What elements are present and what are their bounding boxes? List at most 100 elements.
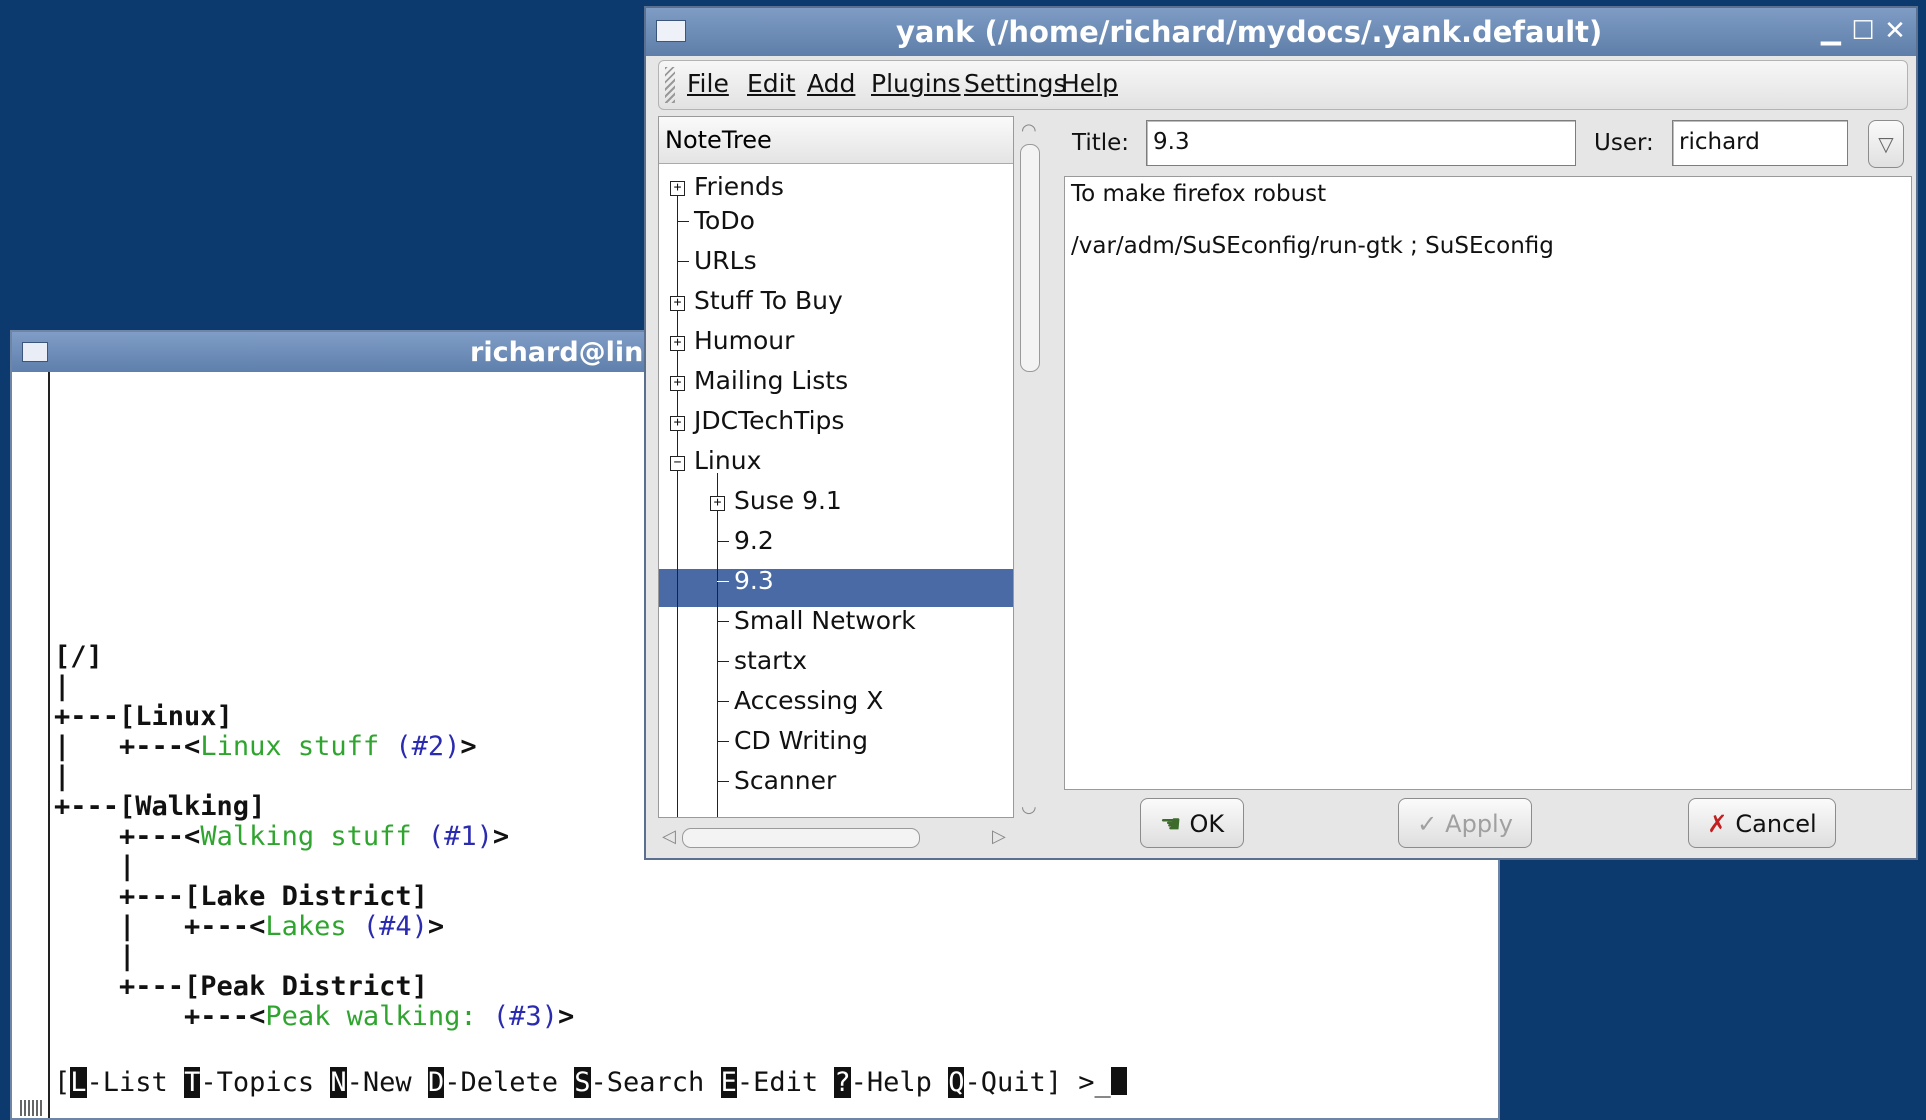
- tree-item-accessing-x[interactable]: Accessing X: [734, 686, 883, 715]
- note-tree[interactable]: NoteTree + Friends ToDo URLs + Stuff To …: [658, 116, 1014, 818]
- tree-header[interactable]: NoteTree: [659, 117, 1013, 164]
- menu-help-label: Help: [1061, 69, 1118, 98]
- menu-add[interactable]: Add: [807, 69, 855, 98]
- status-key-new: N-New: [330, 1067, 428, 1098]
- menu-settings[interactable]: Settings: [964, 69, 1067, 98]
- tree-line: [/]: [54, 641, 103, 672]
- note-line: To make firefox robust: [1071, 181, 1327, 207]
- expand-icon[interactable]: +: [710, 496, 725, 511]
- maximize-icon[interactable]: ☐: [1848, 16, 1878, 46]
- tree-vertical-scrollbar[interactable]: ◠ ◡: [1018, 120, 1040, 820]
- tree-item-todo[interactable]: ToDo: [694, 206, 755, 235]
- status-key-topics: T-Topics: [184, 1067, 331, 1098]
- menu-file-label: File: [687, 69, 729, 98]
- terminal-title: richard@lin: [470, 337, 644, 368]
- menubar-grip-icon[interactable]: [665, 67, 675, 103]
- scroll-up-icon[interactable]: ◠: [1021, 120, 1037, 141]
- menubar: File Edit Add Plugins Settings Help: [658, 60, 1908, 110]
- terminal-status-line: [L-List T-Topics N-New D-Delete S-Search…: [54, 1067, 1127, 1098]
- tree-item-mailing-lists[interactable]: Mailing Lists: [694, 366, 848, 395]
- menu-settings-label: Settings: [964, 69, 1067, 98]
- terminal-scrollbar[interactable]: [12, 372, 50, 1118]
- tree-line: +---[Linux]: [54, 701, 233, 732]
- terminal-tree-output: [/] | +---[Linux] | +---<Linux stuff (#2…: [54, 642, 574, 1032]
- ok-button[interactable]: ☚ OK: [1140, 798, 1244, 848]
- cancel-button[interactable]: ✗ Cancel: [1688, 798, 1836, 848]
- menu-file[interactable]: File: [687, 69, 729, 98]
- tree-item-9-3[interactable]: 9.3: [734, 566, 774, 595]
- tree-line: +---[Walking]: [54, 791, 266, 822]
- ok-label: OK: [1189, 810, 1225, 838]
- tree-item-humour[interactable]: Humour: [694, 326, 794, 355]
- scroll-thumb[interactable]: [682, 828, 920, 848]
- status-key-edit: E-Edit: [720, 1067, 835, 1098]
- menu-edit[interactable]: Edit: [747, 69, 795, 98]
- yank-titlebar[interactable]: yank (/home/richard/mydocs/.yank.default…: [646, 8, 1916, 56]
- user-dropdown-icon[interactable]: ▽: [1868, 120, 1904, 168]
- title-field[interactable]: 9.3: [1146, 120, 1576, 166]
- tree-item-small-network[interactable]: Small Network: [734, 606, 916, 635]
- note-body-editor[interactable]: To make firefox robust /var/adm/SuSEconf…: [1064, 176, 1912, 790]
- cross-icon: ✗: [1707, 810, 1728, 838]
- tree-line: | +---<Linux stuff (#2)>: [54, 731, 477, 762]
- tree-line: |: [54, 761, 71, 792]
- status-key-delete: D-Delete: [427, 1067, 575, 1098]
- tree-item-suse-9-1[interactable]: Suse 9.1: [734, 486, 842, 515]
- close-icon[interactable]: ✕: [1880, 16, 1910, 46]
- tree-item-urls[interactable]: URLs: [694, 246, 757, 275]
- scroll-right-icon[interactable]: ▷: [992, 826, 1006, 847]
- status-key-quit: Q-Quit: [948, 1067, 1046, 1098]
- tree-horizontal-scrollbar[interactable]: ◁ ▷: [658, 826, 1012, 850]
- apply-label: Apply: [1445, 810, 1513, 838]
- tree-line: |: [54, 851, 136, 882]
- cancel-label: Cancel: [1735, 810, 1817, 838]
- tree-item-scanner[interactable]: Scanner: [734, 766, 836, 795]
- tree-item-startx[interactable]: startx: [734, 646, 807, 675]
- yank-window[interactable]: yank (/home/richard/mydocs/.yank.default…: [644, 6, 1918, 860]
- resize-grip-icon[interactable]: [20, 1100, 42, 1116]
- menu-edit-label: Edit: [747, 69, 796, 98]
- tree-line: +---<Peak walking: (#3)>: [54, 1001, 575, 1032]
- checkmark-icon: ✓: [1417, 810, 1438, 838]
- expand-icon[interactable]: +: [670, 336, 685, 351]
- menu-add-label: Add: [807, 69, 856, 98]
- status-key-search: S-Search: [574, 1067, 721, 1098]
- scroll-down-icon[interactable]: ◡: [1021, 796, 1037, 817]
- expand-icon[interactable]: +: [670, 376, 685, 391]
- status-key-help: ?-Help: [834, 1067, 949, 1098]
- tree-item-jdctechtips[interactable]: JDCTechTips: [694, 406, 844, 435]
- window-menu-icon[interactable]: [22, 342, 48, 362]
- status-key-list: L-List: [70, 1067, 185, 1098]
- tree-line: | +---<Lakes (#4)>: [54, 911, 445, 942]
- apply-button[interactable]: ✓ Apply: [1398, 798, 1532, 848]
- user-label: User:: [1594, 130, 1654, 156]
- minimize-icon[interactable]: ▁: [1816, 16, 1846, 46]
- tree-item-cd-writing[interactable]: CD Writing: [734, 726, 868, 755]
- menu-plugins[interactable]: Plugins: [871, 69, 961, 98]
- tree-line: |: [54, 671, 71, 702]
- tree-item-friends[interactable]: Friends: [694, 172, 784, 201]
- terminal-prompt: ] >_: [1045, 1067, 1111, 1098]
- collapse-icon[interactable]: −: [670, 456, 685, 471]
- menu-help[interactable]: Help: [1061, 69, 1118, 98]
- expand-icon[interactable]: +: [670, 181, 685, 196]
- scroll-thumb[interactable]: [1020, 144, 1040, 372]
- tree-item-stuff-to-buy[interactable]: Stuff To Buy: [694, 286, 843, 315]
- expand-icon[interactable]: +: [670, 416, 685, 431]
- tree-selection: [659, 569, 1013, 607]
- expand-icon[interactable]: +: [670, 296, 685, 311]
- tree-line: |: [54, 941, 136, 972]
- ok-hand-icon: ☚: [1159, 810, 1182, 838]
- window-menu-icon[interactable]: [656, 20, 686, 42]
- menu-plugins-label: Plugins: [871, 69, 961, 98]
- text-cursor: [1110, 1067, 1127, 1095]
- tree-line: +---[Peak District]: [54, 971, 428, 1002]
- scroll-left-icon[interactable]: ◁: [662, 826, 676, 847]
- user-field[interactable]: richard: [1672, 120, 1848, 166]
- tree-item-9-2[interactable]: 9.2: [734, 526, 774, 555]
- tree-line: +---[Lake District]: [54, 881, 428, 912]
- title-label: Title:: [1072, 130, 1130, 156]
- tree-line: +---<Walking stuff (#1)>: [54, 821, 510, 852]
- note-line: /var/adm/SuSEconfig/run-gtk ; SuSEconfig: [1071, 233, 1554, 259]
- tree-item-linux[interactable]: Linux: [694, 446, 761, 475]
